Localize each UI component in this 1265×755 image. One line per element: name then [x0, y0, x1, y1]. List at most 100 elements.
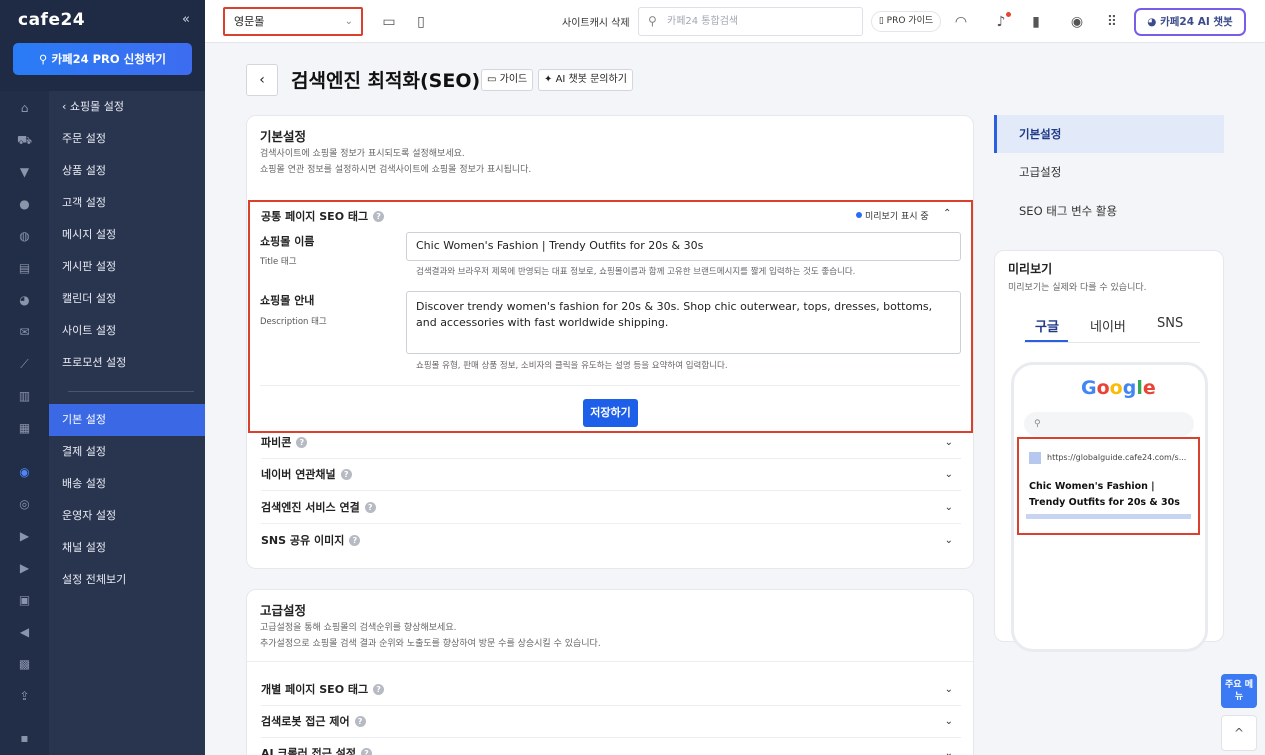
board-icon[interactable]: ▤ — [17, 261, 32, 276]
menu-item-customer[interactable]: 고객 설정 — [49, 187, 205, 219]
doc-icon: ▯ — [878, 16, 887, 26]
language-select[interactable]: 영문몰 ⌄ — [223, 7, 363, 36]
search-icon: ⚲ — [648, 14, 657, 28]
pro-apply-button[interactable]: ⚲ 카페24 PRO 신청하기 — [13, 43, 192, 75]
chevron-down-icon: ⌄ — [944, 502, 953, 513]
shop-desc-hint: 쇼핑몰 유형, 판매 상품 정보, 소비자의 클릭을 유도하는 설명 등을 요약… — [416, 361, 728, 371]
serp-description-placeholder — [1026, 514, 1191, 519]
chatbot-icon: ◕ — [1147, 16, 1161, 28]
chevron-down-icon: ⌄ — [944, 469, 953, 480]
favicon-row[interactable]: 파비콘? ⌄ — [261, 427, 961, 459]
ai-crawler-row[interactable]: AI 크롤러 접근 설정? ⌄ — [261, 738, 961, 755]
chevron-up-icon[interactable]: ⌃ — [943, 208, 951, 219]
collapse-sidebar-icon[interactable]: « — [182, 12, 190, 27]
back-button[interactable]: ‹ — [246, 64, 278, 96]
truck-icon[interactable]: ▶ — [17, 529, 32, 544]
shirt-icon[interactable]: ▼ — [17, 165, 32, 180]
mobile-icon[interactable]: ▯ — [412, 13, 430, 31]
chart-icon[interactable]: ⟋ — [17, 357, 32, 372]
play-icon[interactable]: ▶ — [17, 561, 32, 576]
tab-sns[interactable]: SNS — [1157, 316, 1183, 331]
bar-icon[interactable]: ▦ — [17, 421, 32, 436]
desktop-icon[interactable]: ▭ — [380, 13, 398, 31]
apps-grid-icon[interactable]: ⠿ — [1103, 13, 1121, 31]
palette-icon[interactable]: ◕ — [17, 293, 32, 308]
account-icon[interactable]: ◉ — [1068, 13, 1086, 31]
ai-chatbot-button[interactable]: ◕ 카페24 AI 챗봇 — [1134, 8, 1246, 36]
search-engine-connect-row[interactable]: 검색엔진 서비스 연결? ⌄ — [261, 492, 961, 524]
bag-icon[interactable]: ▣ — [17, 593, 32, 608]
menu-item-message[interactable]: 메시지 설정 — [49, 219, 205, 251]
menu-item-board[interactable]: 게시판 설정 — [49, 251, 205, 283]
cart-icon[interactable]: ⛟ — [17, 133, 32, 148]
mail-icon[interactable]: ✉ — [17, 325, 32, 340]
robot-access-row[interactable]: 검색로봇 접근 제어? ⌄ — [261, 706, 961, 738]
tab-google[interactable]: 구글 — [1035, 316, 1059, 335]
grid-icon[interactable]: ▪ — [17, 731, 32, 746]
menu-item-channel[interactable]: 채널 설정 — [49, 532, 205, 564]
headset-icon[interactable]: ◠ — [952, 13, 970, 31]
google-search-bar: ⚲ — [1024, 412, 1194, 436]
right-nav-seo-variables[interactable]: SEO 태그 변수 활용 — [994, 192, 1224, 230]
user-icon[interactable]: ● — [17, 197, 32, 212]
menu-item-basic[interactable]: 기본 설정 — [49, 404, 205, 436]
save-button[interactable]: 저장하기 — [583, 399, 638, 427]
menu-item-calendar[interactable]: 캘린더 설정 — [49, 283, 205, 315]
divider — [247, 661, 973, 662]
chat-icon[interactable]: ◍ — [17, 229, 32, 244]
sns-share-image-row[interactable]: SNS 공유 이미지? ⌄ — [261, 525, 961, 557]
home-icon[interactable]: ⌂ — [17, 101, 32, 116]
page-title: 검색엔진 최적화(SEO) — [291, 70, 481, 92]
menu-item-promotion[interactable]: 프로모션 설정 — [49, 347, 205, 379]
scroll-top-button[interactable]: ^ — [1221, 715, 1257, 751]
menu-item-product[interactable]: 상품 설정 — [49, 155, 205, 187]
sidebar: cafe24 « ⚲ 카페24 PRO 신청하기 ⌂ ⛟ ▼ ● ◍ ▤ ◕ ✉… — [0, 0, 205, 755]
chevron-down-icon: ⌄ — [944, 535, 953, 546]
individual-seo-tag-row[interactable]: 개별 페이지 SEO 태그? ⌄ — [261, 674, 961, 706]
megaphone-icon[interactable]: ◀ — [17, 625, 32, 640]
menu-item-all-settings[interactable]: 설정 전체보기 — [49, 564, 205, 596]
app-icon[interactable]: ⇪ — [17, 689, 32, 704]
help-icon[interactable]: ? — [340, 469, 352, 480]
menu-item-shipping[interactable]: 배송 설정 — [49, 468, 205, 500]
chevron-down-icon: ⌄ — [944, 748, 953, 755]
cafe24-logo[interactable]: cafe24 — [18, 10, 85, 30]
menu-back-shopping-settings[interactable]: ‹ 쇼핑몰 설정 — [49, 91, 205, 123]
preview-status: 미리보기 표시 중 — [856, 209, 929, 222]
serp-title: Chic Women's Fashion | Trendy Outfits fo… — [1029, 481, 1180, 508]
preview-desc: 미리보기는 실제와 다를 수 있습니다. — [1008, 283, 1147, 293]
menu-item-order[interactable]: 주문 설정 — [49, 123, 205, 155]
pin-icon[interactable]: ◉ — [17, 465, 32, 480]
store-icon[interactable]: ▩ — [17, 657, 32, 672]
help-icon[interactable]: ? — [373, 684, 385, 695]
globe-icon[interactable]: ◎ — [17, 497, 32, 512]
right-nav-advanced[interactable]: 고급설정 — [994, 153, 1224, 191]
favicon-placeholder — [1029, 452, 1041, 464]
menu-item-site[interactable]: 사이트 설정 — [49, 315, 205, 347]
shop-description-textarea[interactable]: Discover trendy women's fashion for 20s … — [406, 291, 961, 354]
google-logo: Google — [1081, 377, 1156, 399]
naver-channel-row[interactable]: 네이버 연관채널? ⌄ — [261, 459, 961, 491]
tab-naver[interactable]: 네이버 — [1090, 316, 1126, 335]
shop-name-input[interactable]: Chic Women's Fashion | Trendy Outfits fo… — [406, 232, 961, 261]
bookmark-icon[interactable]: ▮ — [1027, 13, 1045, 31]
key-menu-button[interactable]: 주요 메뉴 — [1221, 674, 1257, 708]
common-seo-tag-title[interactable]: 공통 페이지 SEO 태그? — [261, 208, 385, 224]
help-icon[interactable]: ? — [360, 748, 372, 755]
ai-ask-button[interactable]: ✦ AI 챗봇 문의하기 — [538, 69, 633, 91]
help-icon[interactable]: ? — [354, 716, 366, 727]
help-icon[interactable]: ? — [364, 502, 376, 513]
help-icon[interactable]: ? — [296, 437, 308, 448]
guide-button[interactable]: ▭ 가이드 — [481, 69, 534, 91]
help-icon[interactable]: ? — [349, 535, 361, 546]
right-nav-basic[interactable]: 기본설정 — [994, 115, 1224, 153]
advanced-settings-title: 고급설정 — [260, 603, 307, 618]
menu-item-payment[interactable]: 결제 설정 — [49, 436, 205, 468]
calendar-icon[interactable]: ▥ — [17, 389, 32, 404]
global-search-input[interactable]: ⚲ 카페24 통합검색 — [638, 7, 863, 36]
pro-guide-button[interactable]: ▯ PRO 가이드 — [871, 11, 941, 32]
help-icon[interactable]: ? — [373, 211, 385, 222]
book-icon: ▭ — [487, 74, 500, 85]
menu-item-operator[interactable]: 운영자 설정 — [49, 500, 205, 532]
site-cache-delete-link[interactable]: 사이트캐시 삭제 — [562, 14, 630, 29]
